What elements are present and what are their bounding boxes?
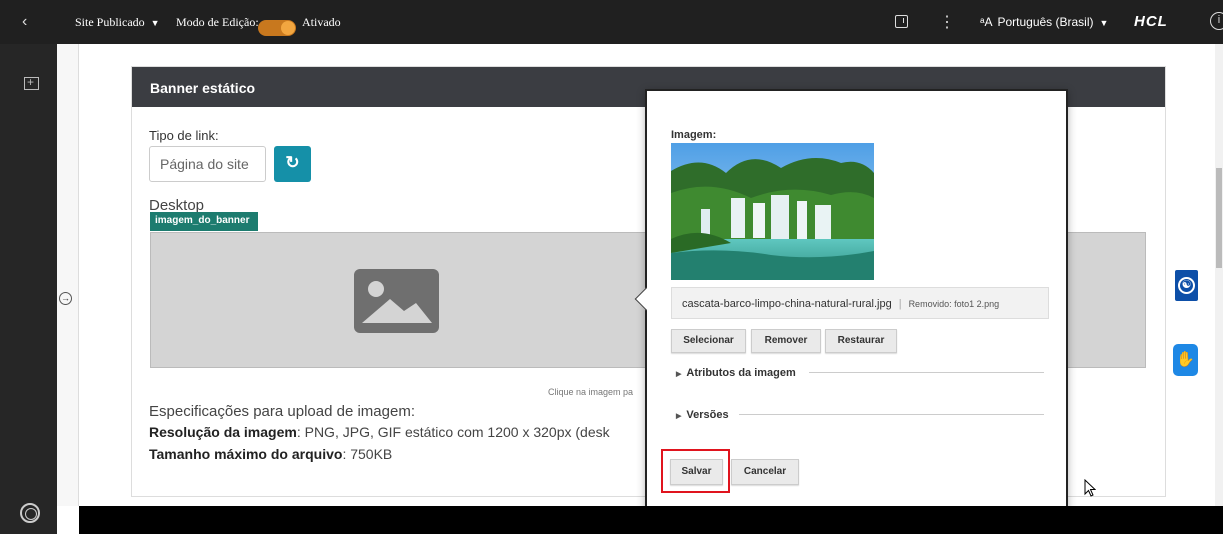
- file-info-bar: cascata-barco-limpo-china-natural-rural.…: [671, 287, 1049, 319]
- accessibility-icon: ☯: [1178, 277, 1195, 294]
- image-placeholder-icon: [354, 269, 439, 333]
- click-hint: Clique na imagem pa: [548, 387, 634, 397]
- section-divider: [809, 372, 1044, 373]
- image-edit-popover: Imagem: cascata-barco-limpo-china-natura…: [634, 89, 1068, 511]
- toggle-knob: [281, 21, 295, 35]
- site-status-dropdown[interactable]: Site Publicado ▼: [75, 15, 160, 30]
- edit-mode-toggle[interactable]: [258, 20, 296, 36]
- specs-title: Especificações para upload de imagem:: [149, 403, 415, 420]
- expand-arrow-icon[interactable]: →: [59, 292, 72, 305]
- refresh-button[interactable]: ↻: [274, 146, 311, 182]
- scrollbar-thumb[interactable]: [1216, 168, 1222, 268]
- image-label: Imagem:: [671, 129, 717, 141]
- hand-icon: ✋: [1176, 351, 1195, 368]
- translate-icon: ᵃA: [980, 15, 993, 29]
- divider: |: [898, 298, 902, 310]
- section-label: Versões: [686, 409, 729, 421]
- removed-file-label: Removido: foto1 2.png: [908, 299, 1000, 309]
- spec-resolution-label: Resolução da imagem: [149, 424, 297, 440]
- section-divider: [739, 414, 1044, 415]
- help-icon[interactable]: [20, 503, 40, 523]
- spec-resolution: Resolução da imagem: PNG, JPG, GIF estát…: [149, 424, 610, 440]
- select-button[interactable]: Selecionar: [671, 329, 746, 353]
- bottom-bar: [79, 506, 1223, 534]
- chevron-left-icon[interactable]: ‹: [22, 13, 40, 31]
- link-type-field[interactable]: Página do site: [149, 146, 266, 182]
- top-bar: ‹ Site Publicado ▼ Modo de Edição: Ativad…: [0, 0, 1223, 44]
- vertical-scrollbar[interactable]: [1215, 44, 1223, 506]
- field-tag: imagem_do_banner: [150, 212, 258, 231]
- spec-max-size: Tamanho máximo do arquivo: 750KB: [149, 446, 392, 462]
- cancel-button[interactable]: Cancelar: [731, 459, 799, 485]
- file-name: cascata-barco-limpo-china-natural-rural.…: [682, 298, 892, 310]
- image-thumbnail: [671, 143, 874, 280]
- section-label: Atributos da imagem: [686, 367, 796, 379]
- spec-max-size-label: Tamanho máximo do arquivo: [149, 446, 343, 462]
- sign-language-button[interactable]: ✋: [1173, 344, 1198, 376]
- edit-mode-label: Modo de Edição:: [176, 15, 259, 29]
- side-panel-icon[interactable]: [895, 15, 908, 28]
- save-button-highlight: [661, 449, 730, 493]
- language-label: Português (Brasil): [997, 15, 1094, 29]
- restore-button[interactable]: Restaurar: [825, 329, 897, 353]
- chevron-down-icon: ▼: [150, 18, 160, 28]
- caret-right-icon: ▶: [676, 413, 682, 420]
- spec-max-size-value: : 750KB: [342, 446, 393, 462]
- refresh-icon: ↻: [285, 153, 300, 172]
- remove-button[interactable]: Remover: [751, 329, 821, 353]
- accessibility-button[interactable]: ☯: [1175, 270, 1198, 301]
- site-status-label: Site Publicado: [75, 15, 145, 29]
- secondary-sidebar: →: [57, 44, 79, 506]
- mouse-cursor-icon: [1084, 479, 1096, 497]
- edit-mode-value: Ativado: [302, 15, 341, 29]
- brand-logo: HCL: [1134, 13, 1168, 30]
- caret-right-icon: ▶: [676, 371, 682, 378]
- add-content-icon[interactable]: [24, 75, 39, 90]
- link-type-label: Tipo de link:: [149, 128, 219, 143]
- more-options-icon[interactable]: ⋮: [939, 12, 955, 32]
- left-rail: [0, 44, 57, 534]
- image-attributes-section[interactable]: ▶ Atributos da imagem: [676, 367, 796, 379]
- versions-section[interactable]: ▶ Versões: [676, 409, 729, 421]
- spec-resolution-value: : PNG, JPG, GIF estático com 1200 x 320p…: [296, 424, 610, 440]
- info-icon[interactable]: i: [1210, 12, 1223, 30]
- language-selector[interactable]: ᵃA Português (Brasil) ▼: [980, 15, 1108, 29]
- chevron-down-icon: ▼: [1099, 18, 1109, 28]
